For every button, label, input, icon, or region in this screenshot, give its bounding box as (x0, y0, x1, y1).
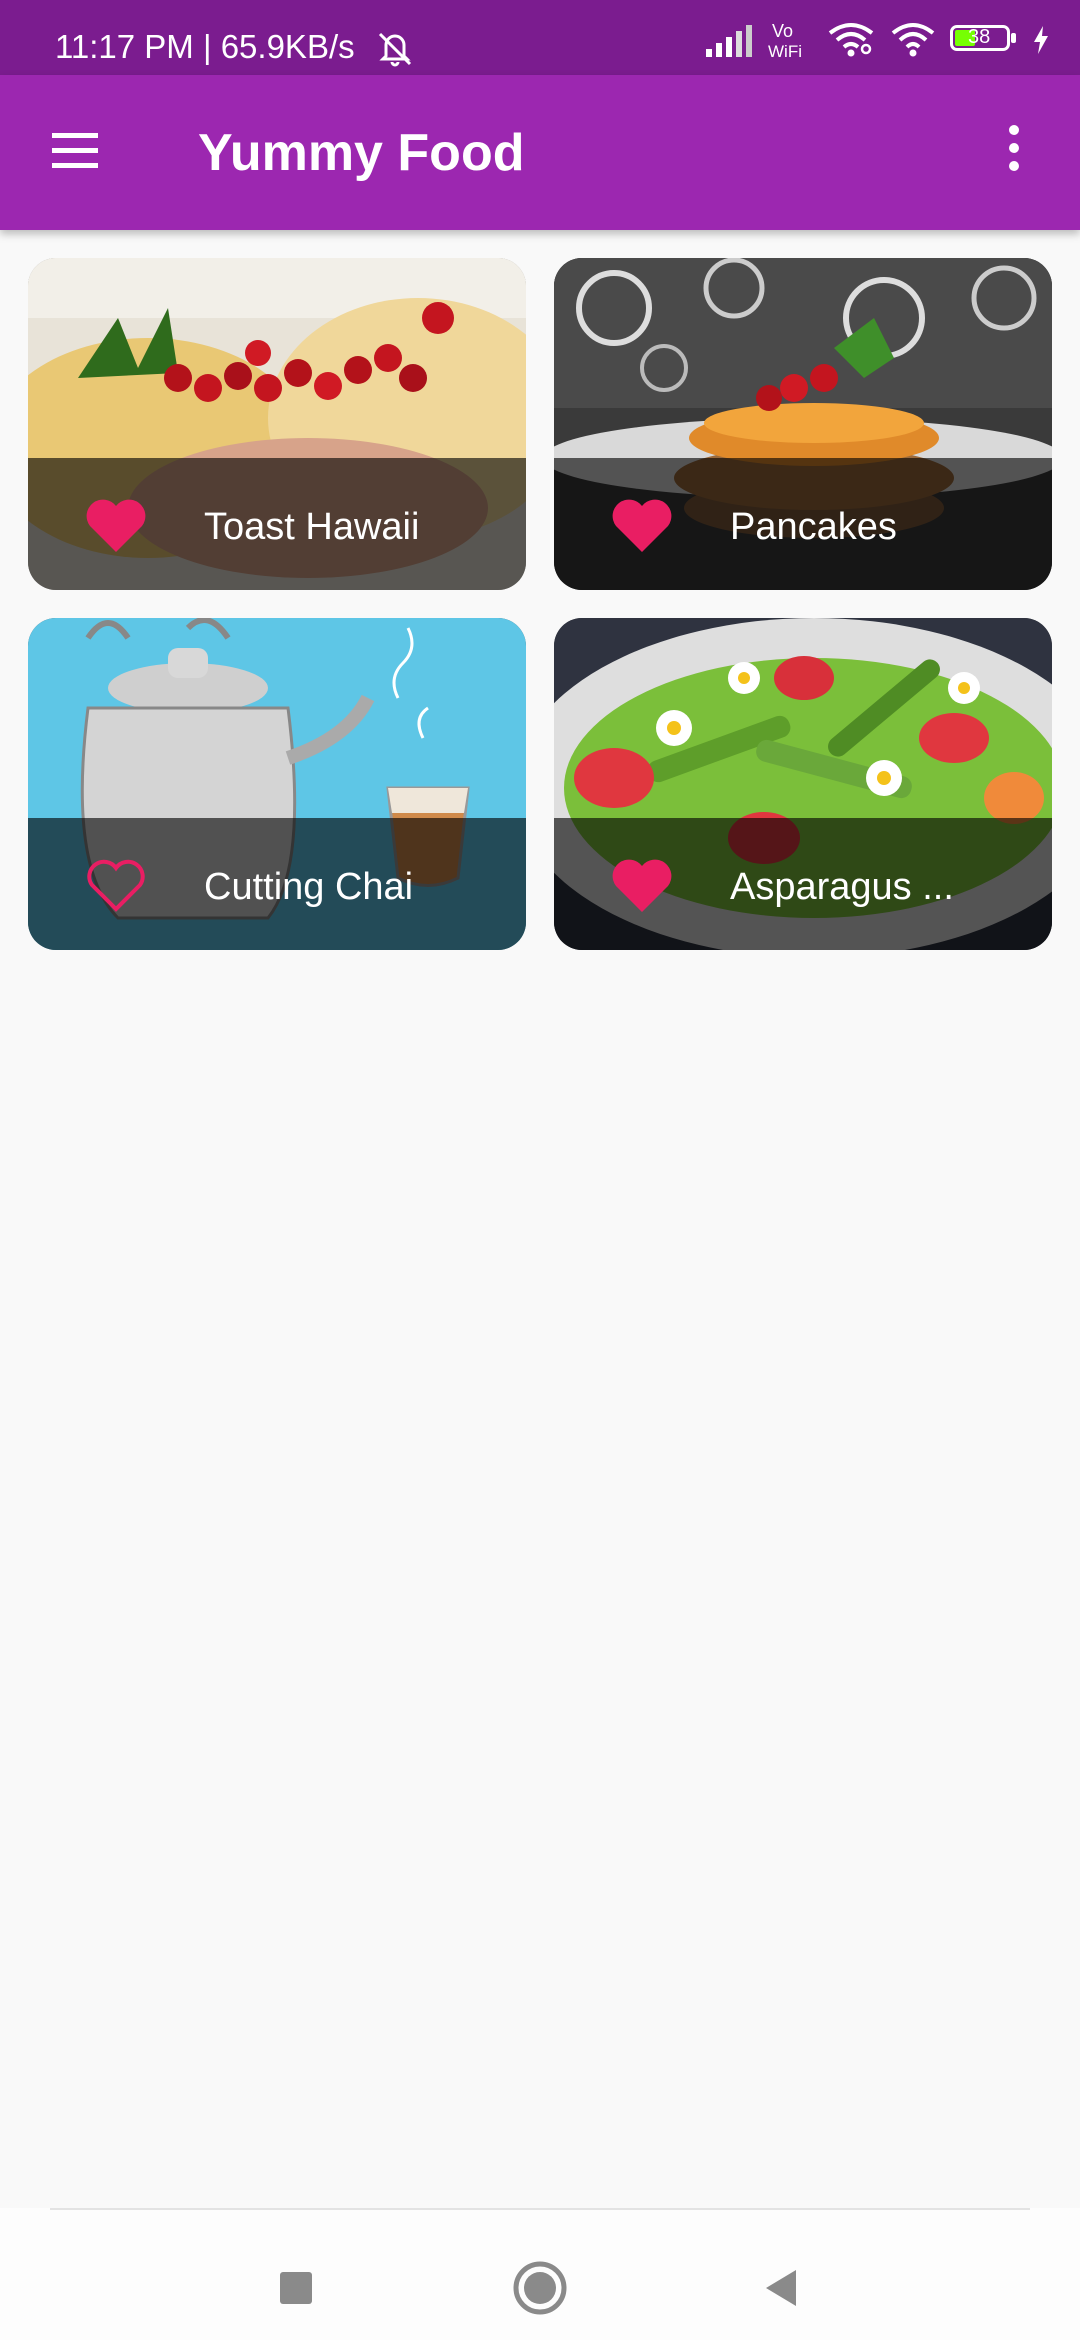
signal-icon (706, 25, 752, 57)
favorite-outline-icon[interactable] (84, 858, 148, 914)
app-bar: Yummy Food (0, 75, 1080, 230)
status-time-speed: 11:17 PM | 65.9KB/s (55, 28, 355, 65)
battery-level: 38 (968, 26, 991, 48)
meal-card[interactable]: Cutting Chai (28, 618, 526, 950)
mute-icon (378, 32, 412, 67)
meal-title: Pancakes (730, 506, 897, 548)
meal-card[interactable]: Toast Hawaii (28, 258, 526, 590)
battery-icon: 38 (950, 25, 1018, 55)
wifi-icon (891, 23, 935, 57)
more-vert-icon[interactable] (1000, 120, 1028, 182)
meal-title: Toast Hawaii (204, 506, 420, 548)
system-navigation-bar (0, 2208, 1080, 2340)
favorite-filled-icon[interactable] (610, 498, 674, 554)
favorite-filled-icon[interactable] (610, 858, 674, 914)
back-triangle-icon[interactable] (752, 2258, 812, 2318)
meal-card[interactable]: Asparagus ... (554, 618, 1052, 950)
svg-text:Vo: Vo (772, 21, 793, 41)
recents-square-icon[interactable] (266, 2258, 326, 2318)
charging-icon (1034, 26, 1048, 54)
meal-title: Asparagus ... (730, 866, 954, 908)
divider (50, 2208, 1030, 2210)
wifi-icon (828, 23, 874, 57)
menu-icon[interactable] (40, 127, 110, 177)
status-bar: 11:17 PM | 65.9KB/s Vo WiFi 38 (0, 0, 1080, 75)
home-circle-icon[interactable] (510, 2258, 570, 2318)
svg-text:WiFi: WiFi (768, 42, 802, 60)
meal-card[interactable]: Pancakes (554, 258, 1052, 590)
page-title: Yummy Food (198, 124, 525, 182)
favorite-filled-icon[interactable] (84, 498, 148, 554)
meal-title: Cutting Chai (204, 866, 414, 908)
vowifi-icon: Vo WiFi (768, 21, 802, 60)
